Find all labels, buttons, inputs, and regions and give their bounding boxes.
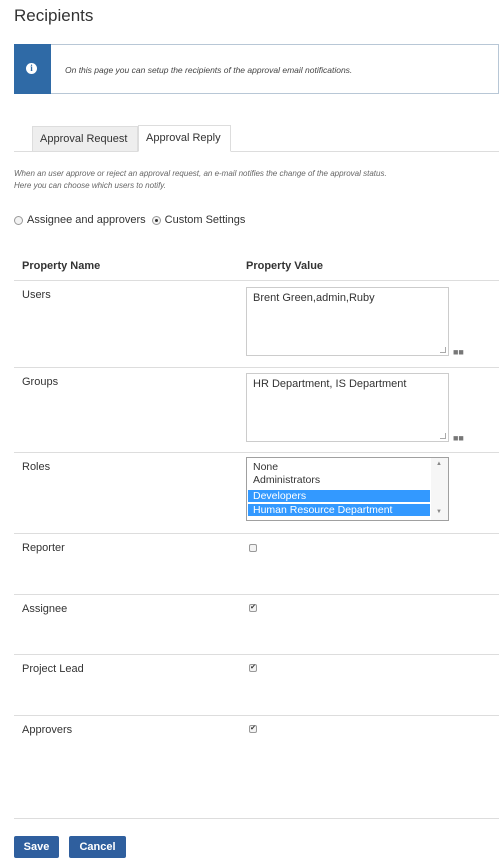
project-lead-label: Project Lead [22, 663, 84, 675]
description-line-2: Here you can choose which users to notif… [14, 181, 166, 190]
info-text: On this page you can setup the recipient… [65, 65, 353, 75]
row-divider [14, 533, 499, 534]
row-divider [14, 654, 499, 655]
page-title: Recipients [14, 6, 94, 25]
header-property-value: Property Value [246, 260, 324, 272]
scroll-up-icon[interactable]: ▲ [436, 461, 442, 467]
roles-option-developers[interactable]: Developers [248, 490, 430, 502]
users-textarea[interactable]: Brent Green,admin,Ruby [246, 287, 449, 356]
tab-approval-reply[interactable]: Approval Reply [138, 125, 231, 152]
roles-listbox[interactable]: None Administrators Developers Human Res… [246, 457, 449, 521]
resize-handle-icon[interactable] [440, 433, 446, 439]
info-icon-cell: i [14, 44, 51, 94]
tab-bar: Approval Request Approval Reply [14, 125, 499, 152]
header-property-name: Property Name [22, 260, 101, 272]
groups-label: Groups [22, 376, 59, 388]
save-button[interactable]: Save [14, 836, 59, 858]
row-divider [14, 280, 499, 281]
users-value: Brent Green,admin,Ruby [253, 292, 375, 304]
approvers-label: Approvers [22, 724, 73, 736]
resize-handle-icon[interactable] [440, 347, 446, 353]
users-label: Users [22, 289, 51, 301]
user-picker-icon[interactable]: ■■ [453, 347, 464, 357]
project-lead-checkbox[interactable]: ✔ [249, 664, 257, 672]
description: When an user approve or reject an approv… [14, 168, 494, 192]
radio-label-assignee-and-approvers: Assignee and approvers [27, 214, 146, 226]
assignee-checkbox[interactable]: ✔ [249, 604, 257, 612]
roles-option-human-resource-department[interactable]: Human Resource Department [248, 504, 430, 516]
row-divider [14, 818, 499, 819]
description-line-1: When an user approve or reject an approv… [14, 169, 387, 178]
groups-value: HR Department, IS Department [253, 378, 407, 390]
roles-option-administrators[interactable]: Administrators [248, 474, 430, 486]
groups-textarea[interactable]: HR Department, IS Department [246, 373, 449, 442]
row-divider [14, 594, 499, 595]
reporter-checkbox[interactable] [249, 544, 257, 552]
roles-label: Roles [22, 461, 51, 473]
mode-radio-group: Assignee and approvers Custom Settings [14, 214, 251, 226]
row-divider [14, 452, 499, 453]
row-divider [14, 715, 499, 716]
tab-approval-request[interactable]: Approval Request [32, 126, 138, 151]
approvers-checkbox[interactable]: ✔ [249, 725, 257, 733]
row-divider [14, 367, 499, 368]
info-banner: i On this page you can setup the recipie… [14, 44, 499, 94]
radio-assignee-and-approvers[interactable] [14, 215, 23, 225]
cancel-button[interactable]: Cancel [69, 836, 126, 858]
scroll-down-icon[interactable]: ▼ [436, 509, 442, 515]
roles-scrollbar[interactable]: ▲ ▼ [431, 458, 448, 520]
reporter-label: Reporter [22, 542, 65, 554]
group-picker-icon[interactable]: ■■ [453, 433, 464, 443]
radio-label-custom-settings: Custom Settings [164, 214, 246, 226]
roles-option-none[interactable]: None [248, 461, 430, 473]
info-icon: i [26, 63, 37, 74]
assignee-label: Assignee [22, 603, 68, 615]
radio-custom-settings[interactable] [151, 215, 161, 225]
